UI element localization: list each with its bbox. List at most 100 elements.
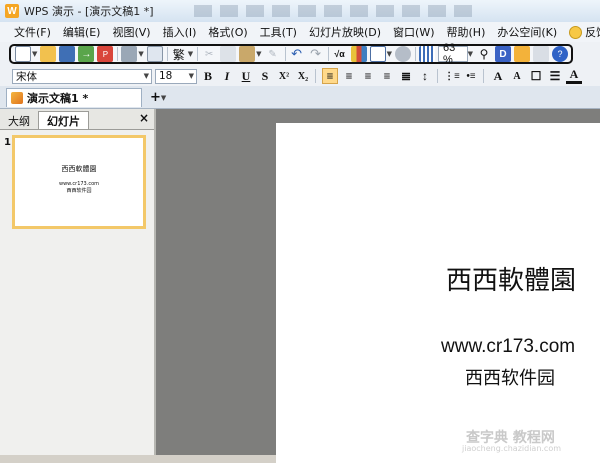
distribute-icon[interactable]: ≣ [398,68,414,84]
separator [197,47,199,61]
numbered-list-icon[interactable]: ⋮≡ [444,68,460,84]
thumbnail-title: 西西軟體園 [61,165,97,173]
help-icon[interactable]: ? [552,46,568,62]
chevron-down-icon[interactable]: ▼ [144,72,149,80]
menu-window[interactable]: 窗口(W) [387,24,440,40]
slides-panel: 大纲 幻灯片 × 1 西西軟體園 www.cr173.com 西西软件园 [0,109,156,455]
thumbnail-subtitle: 西西软件园 [66,188,92,194]
paste-icon[interactable] [239,46,256,62]
format-painter-icon[interactable]: ✎ [265,46,281,62]
plus-icon: + [150,90,161,105]
copy-icon[interactable] [220,46,237,62]
design-icon[interactable]: D [495,46,511,62]
new-dropdown-icon[interactable]: ▼ [32,50,37,58]
menu-format[interactable]: 格式(O) [202,24,253,40]
new-icon[interactable] [15,46,31,62]
traditional-icon[interactable]: 繁 [171,46,187,62]
formula-icon[interactable]: √α [332,46,348,62]
slide-subtitle-text[interactable]: 西西软件园 [465,364,555,390]
menu-slideshow[interactable]: 幻灯片放映(D) [303,24,387,40]
line-spacing-icon[interactable]: ↕ [417,68,433,84]
align-left-icon[interactable]: ≡ [322,68,338,84]
presentation-icon [11,92,23,104]
tab-slides[interactable]: 幻灯片 [38,111,89,129]
wps-logo-icon: W [5,4,19,18]
slide-canvas[interactable]: 西西軟體園 www.cr173.com 西西软件园 [276,123,600,463]
document-tabstrip: 演示文稿1 * + ▼ [0,86,600,109]
chevron-down-icon[interactable]: ▼ [161,94,166,102]
zoom-dropdown-icon[interactable]: ▼ [468,50,473,58]
font-size-select[interactable]: 18 ▼ [155,68,197,84]
window-title: WPS 演示 - [演示文稿1 *] [24,5,154,18]
preview-icon[interactable] [146,46,163,62]
export-icon[interactable]: → [78,46,95,62]
separator [117,47,119,61]
slide-url-text[interactable]: www.cr173.com [441,336,575,358]
zoom-input[interactable]: 63 % [437,42,468,66]
superscript-button[interactable]: X² [276,68,292,84]
underline-button[interactable]: U [238,68,254,84]
print-icon[interactable] [121,46,138,62]
menu-edit[interactable]: 编辑(E) [57,24,107,40]
slide-title-text[interactable]: 西西軟體園 [446,260,576,297]
font-color-icon[interactable]: A [566,67,582,84]
shadow-button[interactable]: S [257,68,273,84]
separator [414,47,416,61]
italic-button[interactable]: I [219,68,235,84]
table-icon[interactable] [369,46,386,62]
grid-icon[interactable] [418,46,435,62]
menu-view[interactable]: 视图(V) [106,24,156,40]
feedback-label: 反馈(B) [585,26,600,39]
menu-insert[interactable]: 插入(I) [157,24,203,40]
tab-document-label: 演示文稿1 * [27,92,89,105]
bullet-list-icon[interactable]: •≡ [463,68,479,84]
separator [166,47,168,61]
object-icon[interactable] [394,46,411,62]
font-size-value: 18 [159,70,173,82]
menu-office-space[interactable]: 办公空间(K) [491,24,563,40]
title-bar: W WPS 演示 - [演示文稿1 *] [0,0,600,23]
decrease-font-icon[interactable]: A [509,68,525,84]
justify-icon[interactable]: ≡ [379,68,395,84]
new-tab-button[interactable]: + ▼ [150,90,178,105]
menu-file[interactable]: 文件(F) [8,24,57,40]
paste-dropdown-icon[interactable]: ▼ [256,50,261,58]
subscript-button[interactable]: X₂ [295,68,311,84]
font-family-select[interactable]: 宋体 ▼ [12,68,152,84]
chevron-down-icon[interactable]: ▼ [189,72,194,80]
print-dropdown-icon[interactable]: ▼ [138,50,143,58]
close-icon[interactable]: × [139,111,149,125]
feedback-icon [569,25,583,39]
undo-icon[interactable]: ↶ [289,46,305,62]
open-icon[interactable] [40,46,57,62]
find-icon[interactable]: ⚲ [476,46,492,62]
pdf-icon[interactable]: P [97,46,114,62]
menu-feedback[interactable]: 反馈(B) [563,24,600,40]
paragraph-icon[interactable]: ☰ [547,68,563,84]
font-family-value: 宋体 [16,70,37,83]
slide-thumbnail[interactable]: 西西軟體園 www.cr173.com 西西软件园 [12,135,146,229]
traditional-dropdown-icon[interactable]: ▼ [188,50,193,58]
chart-icon[interactable] [350,46,367,62]
watermark-url: jiaocheng.chazidian.com [462,444,562,453]
text-box-icon[interactable]: ☐ [528,68,544,84]
separator [284,47,286,61]
menu-help[interactable]: 帮助(H) [441,24,492,40]
tab-document[interactable]: 演示文稿1 * [6,88,142,107]
table-dropdown-icon[interactable]: ▼ [387,50,392,58]
shirt-icon[interactable] [533,46,549,62]
align-right-icon[interactable]: ≡ [360,68,376,84]
bold-button[interactable]: B [200,68,216,84]
menu-tools[interactable]: 工具(T) [254,24,303,40]
menu-bar: 文件(F) 编辑(E) 视图(V) 插入(I) 格式(O) 工具(T) 幻灯片放… [0,22,600,42]
redo-icon[interactable]: ↷ [308,46,324,62]
template-icon[interactable] [514,46,530,62]
tab-outline[interactable]: 大纲 [0,112,38,129]
formatting-toolbar: 宋体 ▼ 18 ▼ B I U S X² X₂ ≡ ≡ ≡ ≡ ≣ ↕ ⋮≡ •… [0,66,600,87]
increase-font-icon[interactable]: A [490,68,506,84]
standard-toolbar-frame: ▼ → P ▼ 繁 ▼ ✂ ▼ ✎ ↶ ↷ √α ▼ 63 % ▼ ⚲ D ? [9,42,573,66]
cut-icon[interactable]: ✂ [201,46,217,62]
standard-toolbar: ▼ → P ▼ 繁 ▼ ✂ ▼ ✎ ↶ ↷ √α ▼ 63 % ▼ ⚲ D ? [0,42,600,66]
save-icon[interactable] [59,46,76,62]
align-center-icon[interactable]: ≡ [341,68,357,84]
